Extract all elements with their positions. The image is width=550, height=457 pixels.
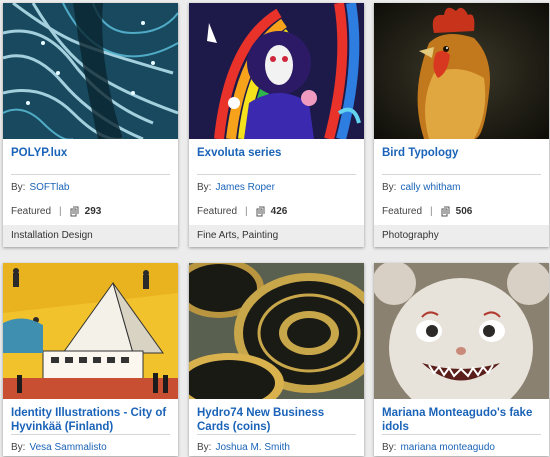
appreciation-icon: [441, 206, 450, 216]
by-label: By:: [197, 182, 212, 193]
project-thumbnail-bird-typology[interactable]: [374, 3, 549, 139]
project-title-link[interactable]: POLYP.lux: [3, 139, 178, 174]
owner-link[interactable]: cally whitham: [400, 182, 460, 193]
owner-link[interactable]: James Roper: [215, 182, 274, 193]
by-label: By:: [197, 442, 212, 453]
project-card: Mariana Monteagudo's fake idols By: maria…: [374, 263, 549, 456]
separator: |: [59, 205, 62, 217]
project-stats: Featured | 506: [374, 196, 549, 219]
owner-link[interactable]: Vesa Sammalisto: [29, 442, 106, 453]
appreciation-count: 426: [270, 205, 288, 217]
project-card: Hydro74 New Business Cards (coins) By: Jo…: [189, 263, 364, 456]
separator: |: [245, 205, 248, 217]
featured-label: Featured: [197, 205, 238, 217]
project-thumbnail-exvoluta[interactable]: [189, 3, 364, 139]
featured-label: Featured: [382, 205, 423, 217]
owner-line: By: Joshua M. Smith: [189, 435, 364, 456]
project-card: POLYP.lux By: SOFTlab Featured | 293 Inst…: [3, 3, 178, 247]
owner-line: By: Vesa Sammalisto: [3, 435, 178, 456]
project-title-link[interactable]: Mariana Monteagudo's fake idols: [374, 399, 549, 434]
project-thumbnail-gold-coins[interactable]: [189, 263, 364, 399]
appreciation-icon: [256, 206, 265, 216]
project-card: Identity Illustrations - City of Hyvinkä…: [3, 263, 178, 456]
project-thumbnail-polyp-lux[interactable]: [3, 3, 178, 139]
owner-link[interactable]: Joshua M. Smith: [215, 442, 289, 453]
project-fields[interactable]: Installation Design: [3, 225, 178, 247]
by-label: By:: [382, 182, 397, 193]
by-label: By:: [11, 182, 26, 193]
separator: |: [430, 205, 433, 217]
appreciation-count: 506: [455, 205, 473, 217]
by-label: By:: [11, 442, 26, 453]
owner-line: By: cally whitham: [374, 175, 549, 196]
project-title-link[interactable]: Exvoluta series: [189, 139, 364, 174]
featured-label: Featured: [11, 205, 52, 217]
owner-link[interactable]: mariana monteagudo: [400, 442, 495, 453]
project-stats: Featured | 293: [3, 196, 178, 219]
owner-line: By: SOFTlab: [3, 175, 178, 196]
project-stats: Featured | 426: [189, 196, 364, 219]
owner-line: By: James Roper: [189, 175, 364, 196]
project-title-link[interactable]: Identity Illustrations - City of Hyvinkä…: [3, 399, 178, 434]
project-thumbnail-city-illustration[interactable]: [3, 263, 178, 399]
project-fields[interactable]: Fine Arts, Painting: [189, 225, 364, 247]
project-thumbnail-fake-idols[interactable]: [374, 263, 549, 399]
project-card: Exvoluta series By: James Roper Featured …: [189, 3, 364, 247]
by-label: By:: [382, 442, 397, 453]
project-title-link[interactable]: Hydro74 New Business Cards (coins): [189, 399, 364, 434]
project-card: Bird Typology By: cally whitham Featured …: [374, 3, 549, 247]
owner-line: By: mariana monteagudo: [374, 435, 549, 456]
appreciation-count: 293: [84, 205, 102, 217]
project-fields[interactable]: Photography: [374, 225, 549, 247]
appreciation-icon: [70, 206, 79, 216]
owner-link[interactable]: SOFTlab: [29, 182, 69, 193]
project-title-link[interactable]: Bird Typology: [374, 139, 549, 174]
